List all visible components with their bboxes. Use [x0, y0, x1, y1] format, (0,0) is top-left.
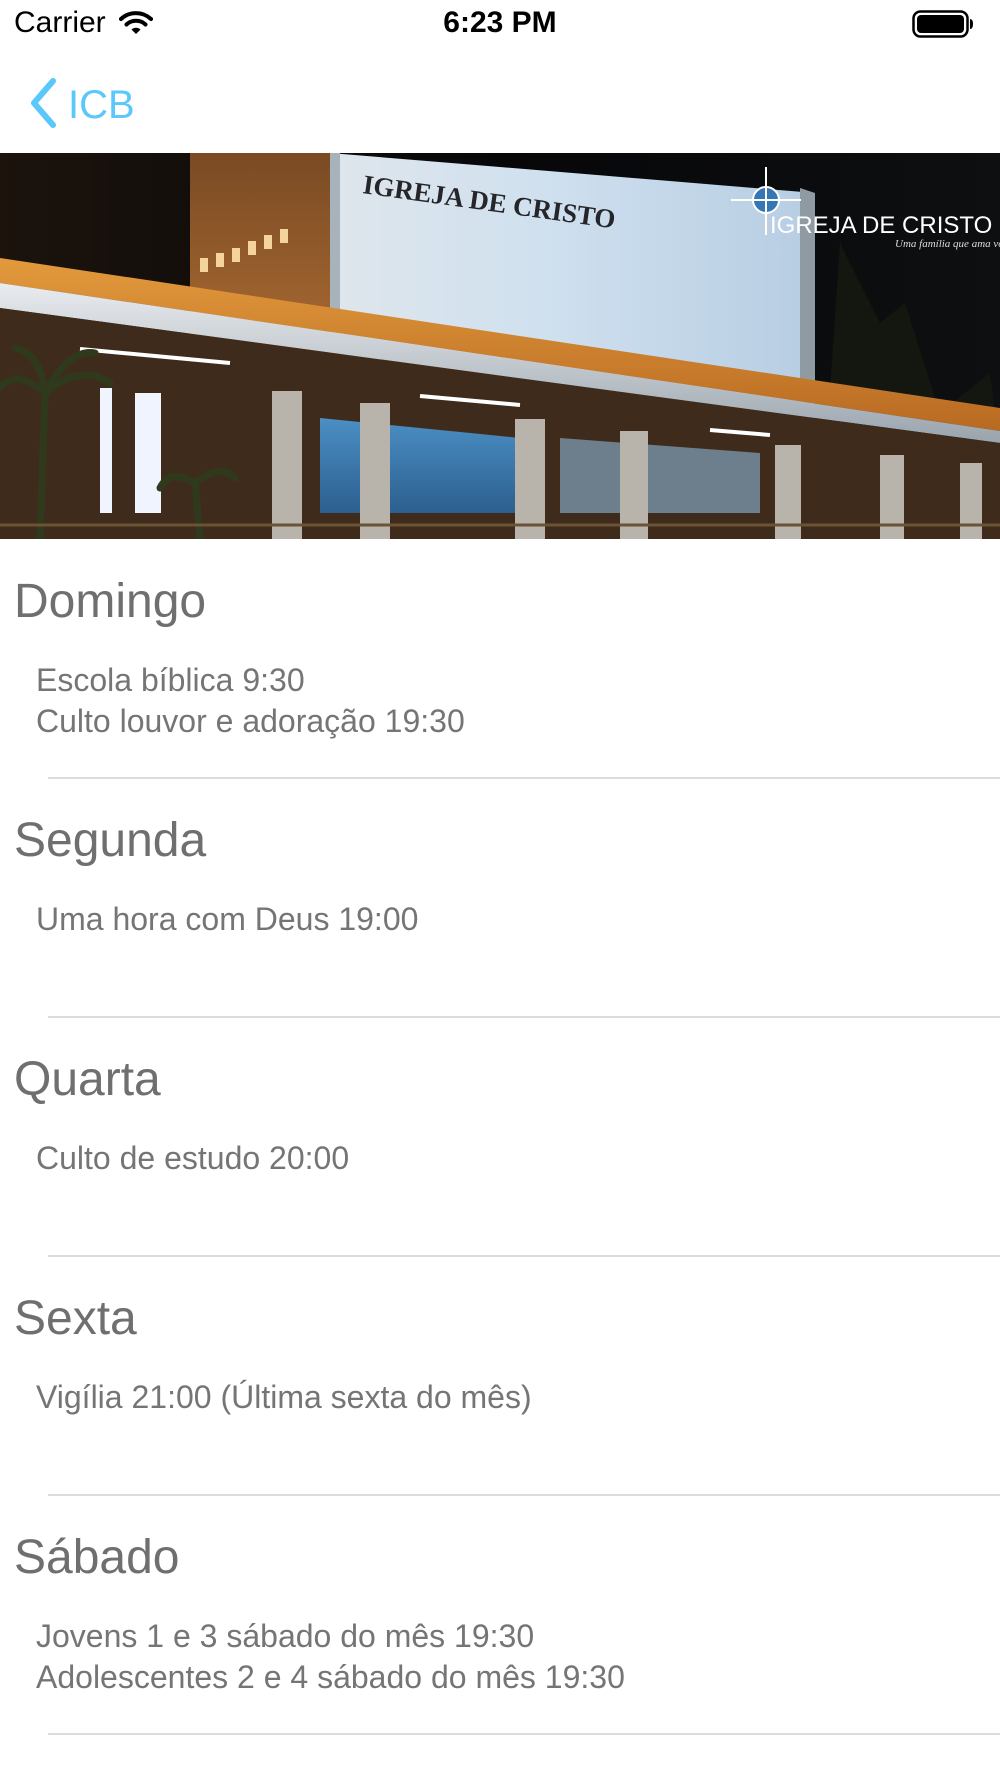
day-title: Quarta [14, 1053, 161, 1106]
day-title: Segunda [14, 814, 207, 867]
schedule-item-sabado: Sábado Jovens 1 e 3 sábado do mês 19:30 … [0, 1496, 1000, 1735]
day-events: Escola bíblica 9:30 Culto louvor e adora… [36, 660, 465, 742]
event-line: Culto louvor e adoração 19:30 [36, 703, 465, 739]
day-events: Jovens 1 e 3 sábado do mês 19:30 Adolesc… [36, 1616, 625, 1698]
back-button-label: ICB [68, 82, 135, 127]
event-line: Vigília 21:00 (Última sexta do mês) [36, 1379, 532, 1415]
day-title: Sexta [14, 1292, 137, 1345]
schedule-list: Domingo Escola bíblica 9:30 Culto louvor… [0, 540, 1000, 1735]
event-line: Uma hora com Deus 19:00 [36, 901, 419, 937]
back-button[interactable]: ICB [28, 74, 135, 136]
logo-tagline: Uma família que ama você [895, 238, 1000, 250]
event-line: Culto de estudo 20:00 [36, 1140, 350, 1176]
schedule-item-domingo: Domingo Escola bíblica 9:30 Culto louvor… [0, 540, 1000, 779]
event-line: Adolescentes 2 e 4 sábado do mês 19:30 [36, 1659, 625, 1695]
event-line: Jovens 1 e 3 sábado do mês 19:30 [36, 1618, 535, 1654]
status-bar: Carrier 6:23 PM [0, 0, 1000, 50]
church-banner-image: IGREJA DE CRISTO IGREJA DE CRISTO Uma fa… [0, 153, 1000, 539]
day-title: Sábado [14, 1531, 180, 1584]
battery-icon [912, 10, 974, 43]
status-time: 6:23 PM [443, 6, 557, 39]
day-events: Vigília 21:00 (Última sexta do mês) [36, 1377, 532, 1418]
day-title: Domingo [14, 575, 207, 628]
schedule-item-segunda: Segunda Uma hora com Deus 19:00 [0, 779, 1000, 1018]
logo-name: IGREJA DE CRISTO [770, 212, 992, 239]
day-events: Culto de estudo 20:00 [36, 1138, 349, 1179]
event-line: Escola bíblica 9:30 [36, 662, 305, 698]
day-events: Uma hora com Deus 19:00 [36, 899, 418, 940]
separator [48, 1733, 1000, 1735]
navigation-bar: ICB [0, 60, 1000, 150]
schedule-item-quarta: Quarta Culto de estudo 20:00 [0, 1018, 1000, 1257]
chevron-left-icon [28, 77, 58, 134]
schedule-item-sexta: Sexta Vigília 21:00 (Última sexta do mês… [0, 1257, 1000, 1496]
